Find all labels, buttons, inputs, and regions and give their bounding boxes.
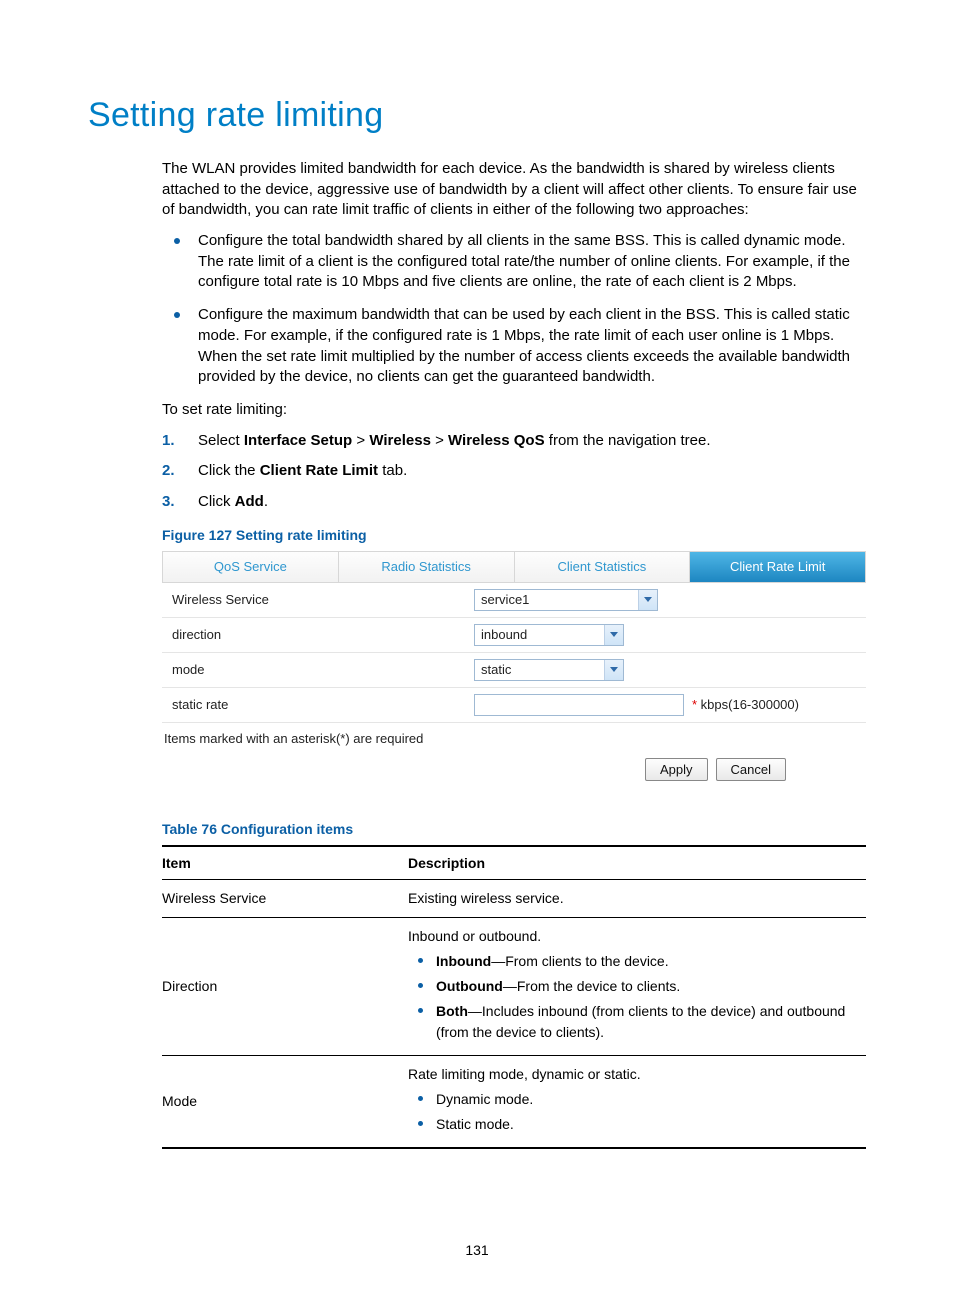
tab-client-statistics[interactable]: Client Statistics	[515, 552, 691, 582]
row-mode: mode static	[162, 653, 866, 688]
config-table: Item Description Wireless Service Existi…	[162, 845, 866, 1149]
tab-client-rate-limit[interactable]: Client Rate Limit	[690, 552, 865, 582]
hint-static-rate: * kbps(16-300000)	[692, 697, 799, 712]
table-caption: Table 76 Configuration items	[162, 821, 866, 837]
chevron-down-icon	[604, 625, 623, 645]
dropdown-value: service1	[475, 592, 638, 607]
text-bold: Both	[436, 1003, 468, 1019]
text: —From the device to clients.	[503, 978, 680, 994]
approach-static: Configure the maximum bandwidth that can…	[162, 305, 866, 388]
text-bold: Interface Setup	[244, 432, 352, 449]
hint-text: kbps(16-300000)	[697, 697, 799, 712]
tab-radio-statistics[interactable]: Radio Statistics	[339, 552, 515, 582]
dropdown-mode[interactable]: static	[474, 659, 624, 681]
page-title: Setting rate limiting	[88, 96, 866, 135]
step-2: Click the Client Rate Limit tab.	[162, 461, 866, 482]
list-item: Dynamic mode.	[408, 1089, 860, 1110]
text: tab.	[378, 462, 407, 479]
dropdown-value: inbound	[475, 627, 604, 642]
steps-list: Select Interface Setup > Wireless > Wire…	[162, 431, 866, 513]
text-bold: Client Rate Limit	[260, 462, 378, 479]
page-number: 131	[0, 1242, 954, 1258]
text: Click the	[198, 462, 260, 479]
cell-item: Wireless Service	[162, 879, 408, 917]
label-static-rate: static rate	[162, 688, 468, 722]
text: Click	[198, 493, 235, 510]
to-set-lead: To set rate limiting:	[162, 400, 866, 421]
text: Rate limiting mode, dynamic or static.	[408, 1066, 641, 1082]
dropdown-value: static	[475, 662, 604, 677]
approach-list: Configure the total bandwidth shared by …	[162, 231, 866, 388]
required-footnote: Items marked with an asterisk(*) are req…	[162, 723, 866, 748]
text: from the navigation tree.	[545, 432, 711, 449]
text-bold: Add	[235, 493, 264, 510]
col-item: Item	[162, 846, 408, 880]
col-description: Description	[408, 846, 866, 880]
text: .	[264, 493, 268, 510]
row-direction: direction inbound	[162, 618, 866, 653]
cell-desc: Existing wireless service.	[408, 879, 866, 917]
list-item: Both—Includes inbound (from clients to t…	[408, 1001, 860, 1043]
text-bold: Outbound	[436, 978, 503, 994]
list-item: Outbound—From the device to clients.	[408, 976, 860, 997]
table-row: Mode Rate limiting mode, dynamic or stat…	[162, 1055, 866, 1148]
text-bold: Wireless	[369, 432, 431, 449]
text-bold: Wireless QoS	[448, 432, 545, 449]
step-3: Click Add.	[162, 492, 866, 513]
tab-qos-service[interactable]: QoS Service	[163, 552, 339, 582]
text: Select	[198, 432, 244, 449]
intro-paragraph: The WLAN provides limited bandwidth for …	[162, 159, 866, 221]
cell-item: Direction	[162, 917, 408, 1055]
input-static-rate[interactable]	[474, 694, 684, 716]
list-item: Static mode.	[408, 1114, 860, 1135]
chevron-down-icon	[638, 590, 657, 610]
text: —From clients to the device.	[491, 953, 668, 969]
cell-desc: Inbound or outbound. Inbound—From client…	[408, 917, 866, 1055]
text-bold: Inbound	[436, 953, 491, 969]
text: >	[352, 432, 369, 449]
dropdown-wireless-service[interactable]: service1	[474, 589, 658, 611]
table-row: Wireless Service Existing wireless servi…	[162, 879, 866, 917]
label-direction: direction	[162, 618, 468, 652]
label-wireless-service: Wireless Service	[162, 583, 468, 617]
cell-desc: Rate limiting mode, dynamic or static. D…	[408, 1055, 866, 1148]
step-1: Select Interface Setup > Wireless > Wire…	[162, 431, 866, 452]
cell-item: Mode	[162, 1055, 408, 1148]
label-mode: mode	[162, 653, 468, 687]
tab-bar: QoS Service Radio Statistics Client Stat…	[162, 551, 866, 583]
list-item: Inbound—From clients to the device.	[408, 951, 860, 972]
row-wireless-service: Wireless Service service1	[162, 583, 866, 618]
cancel-button[interactable]: Cancel	[716, 758, 786, 781]
table-row: Direction Inbound or outbound. Inbound—F…	[162, 917, 866, 1055]
text: >	[431, 432, 448, 449]
apply-button[interactable]: Apply	[645, 758, 708, 781]
figure-rate-limit: QoS Service Radio Statistics Client Stat…	[162, 551, 866, 781]
chevron-down-icon	[604, 660, 623, 680]
text: —Includes inbound (from clients to the d…	[436, 1003, 845, 1040]
row-static-rate: static rate * kbps(16-300000)	[162, 688, 866, 723]
figure-caption: Figure 127 Setting rate limiting	[162, 527, 866, 543]
approach-dynamic: Configure the total bandwidth shared by …	[162, 231, 866, 293]
dropdown-direction[interactable]: inbound	[474, 624, 624, 646]
text: Inbound or outbound.	[408, 928, 541, 944]
